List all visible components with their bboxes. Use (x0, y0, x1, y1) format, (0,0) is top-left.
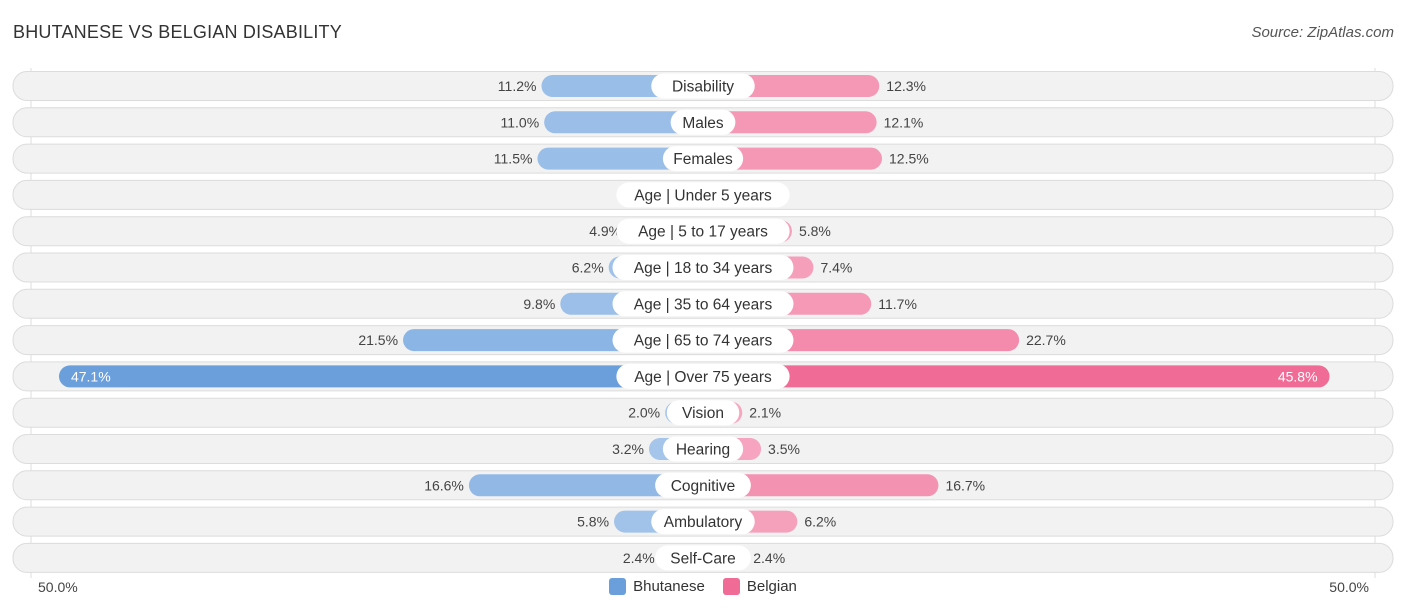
value-label-belgian: 2.1% (749, 405, 781, 421)
bar-bhutanese (58, 365, 703, 388)
category-label: Males (682, 115, 724, 132)
value-label-bhutanese: 11.2% (498, 78, 537, 94)
chart-row[interactable]: 16.6% 16.7% Cognitive (12, 470, 1394, 501)
bar-belgian (703, 365, 1330, 388)
value-label-bhutanese: 11.0% (500, 114, 539, 130)
category-label: Disability (672, 79, 734, 96)
chart-row[interactable]: 3.2% 3.5% Hearing (12, 434, 1394, 464)
value-label-bhutanese: 5.8% (577, 514, 609, 530)
chart-row[interactable]: 5.8% 6.2% Ambulatory (12, 506, 1394, 537)
chart-row[interactable]: 2.4% 2.4% Self-Care (12, 542, 1394, 573)
legend: Bhutanese Belgian (0, 578, 1406, 595)
value-label-belgian: 2.4% (753, 550, 785, 566)
category-label: Hearing (676, 442, 730, 459)
value-label-belgian: 7.4% (820, 260, 852, 276)
legend-item-bhutanese[interactable]: Bhutanese (609, 578, 705, 595)
chart-row[interactable]: 11.0% 12.1% Males (12, 107, 1394, 138)
chart-row[interactable]: 1.2%1.4%Age | Under 5 years (12, 179, 1394, 210)
category-label: Ambulatory (664, 514, 743, 531)
value-label-bhutanese: 16.6% (424, 477, 464, 493)
chart-row[interactable]: 47.1% 45.8% Age | Over 75 years (12, 361, 1394, 392)
category-label: Vision (682, 405, 724, 422)
value-label-belgian: 6.2% (804, 514, 836, 530)
value-label-bhutanese: 9.8% (523, 296, 555, 312)
value-label-belgian: 11.7% (878, 296, 917, 312)
value-label-belgian: 45.8% (1278, 368, 1318, 384)
diverging-bar-chart: 11.2% 12.3% Disability 11.0% 12.1% Males 11.5%… (12, 68, 1394, 578)
chart-row[interactable]: 11.5% 12.5% Females (12, 143, 1394, 174)
value-label-belgian: 3.5% (768, 441, 800, 457)
category-label: Age | 65 to 74 years (634, 333, 773, 350)
value-label-bhutanese: 11.5% (494, 151, 533, 167)
chart-row[interactable]: 2.0% 2.1% Vision (12, 397, 1394, 428)
category-label: Age | 5 to 17 years (638, 224, 768, 241)
legend-swatch-belgian (722, 578, 740, 595)
value-label-bhutanese: 47.1% (71, 368, 111, 384)
category-label: Age | 35 to 64 years (634, 296, 773, 313)
value-label-bhutanese: 2.0% (628, 405, 660, 421)
chart-row[interactable]: 11.2% 12.3% Disability (12, 71, 1394, 101)
value-label-belgian: 22.7% (1026, 332, 1066, 348)
category-label: Cognitive (671, 478, 736, 495)
legend-swatch-bhutanese (609, 578, 627, 595)
legend-item-belgian[interactable]: Belgian (722, 578, 797, 595)
value-label-belgian: 5.8% (799, 223, 831, 239)
value-label-bhutanese: 4.9% (589, 223, 621, 239)
value-label-belgian: 12.5% (889, 151, 929, 167)
category-label: Age | Over 75 years (634, 369, 772, 386)
value-label-belgian: 12.1% (884, 114, 924, 130)
chart-row[interactable]: 9.8% 11.7% Age | 35 to 64 years (12, 288, 1394, 319)
value-label-belgian: 16.7% (945, 477, 985, 493)
chart-row[interactable]: 21.5% 22.7% Age | 65 to 74 years (12, 325, 1394, 356)
category-label: Self-Care (670, 550, 735, 567)
chart-row[interactable]: 6.2% 7.4% Age | 18 to 34 years (12, 252, 1394, 283)
legend-label-bhutanese: Bhutanese (633, 578, 705, 595)
value-label-bhutanese: 2.4% (623, 550, 655, 566)
value-label-bhutanese: 6.2% (572, 260, 604, 276)
value-label-bhutanese: 21.5% (358, 332, 398, 348)
category-label: Age | Under 5 years (634, 187, 772, 204)
chart-row[interactable]: 4.9% 5.8% Age | 5 to 17 years (12, 216, 1394, 247)
value-label-bhutanese: 3.2% (612, 441, 644, 457)
category-label: Females (673, 151, 733, 168)
legend-label-belgian: Belgian (746, 578, 797, 595)
value-label-belgian: 12.3% (886, 78, 926, 94)
category-label: Age | 18 to 34 years (634, 260, 773, 277)
